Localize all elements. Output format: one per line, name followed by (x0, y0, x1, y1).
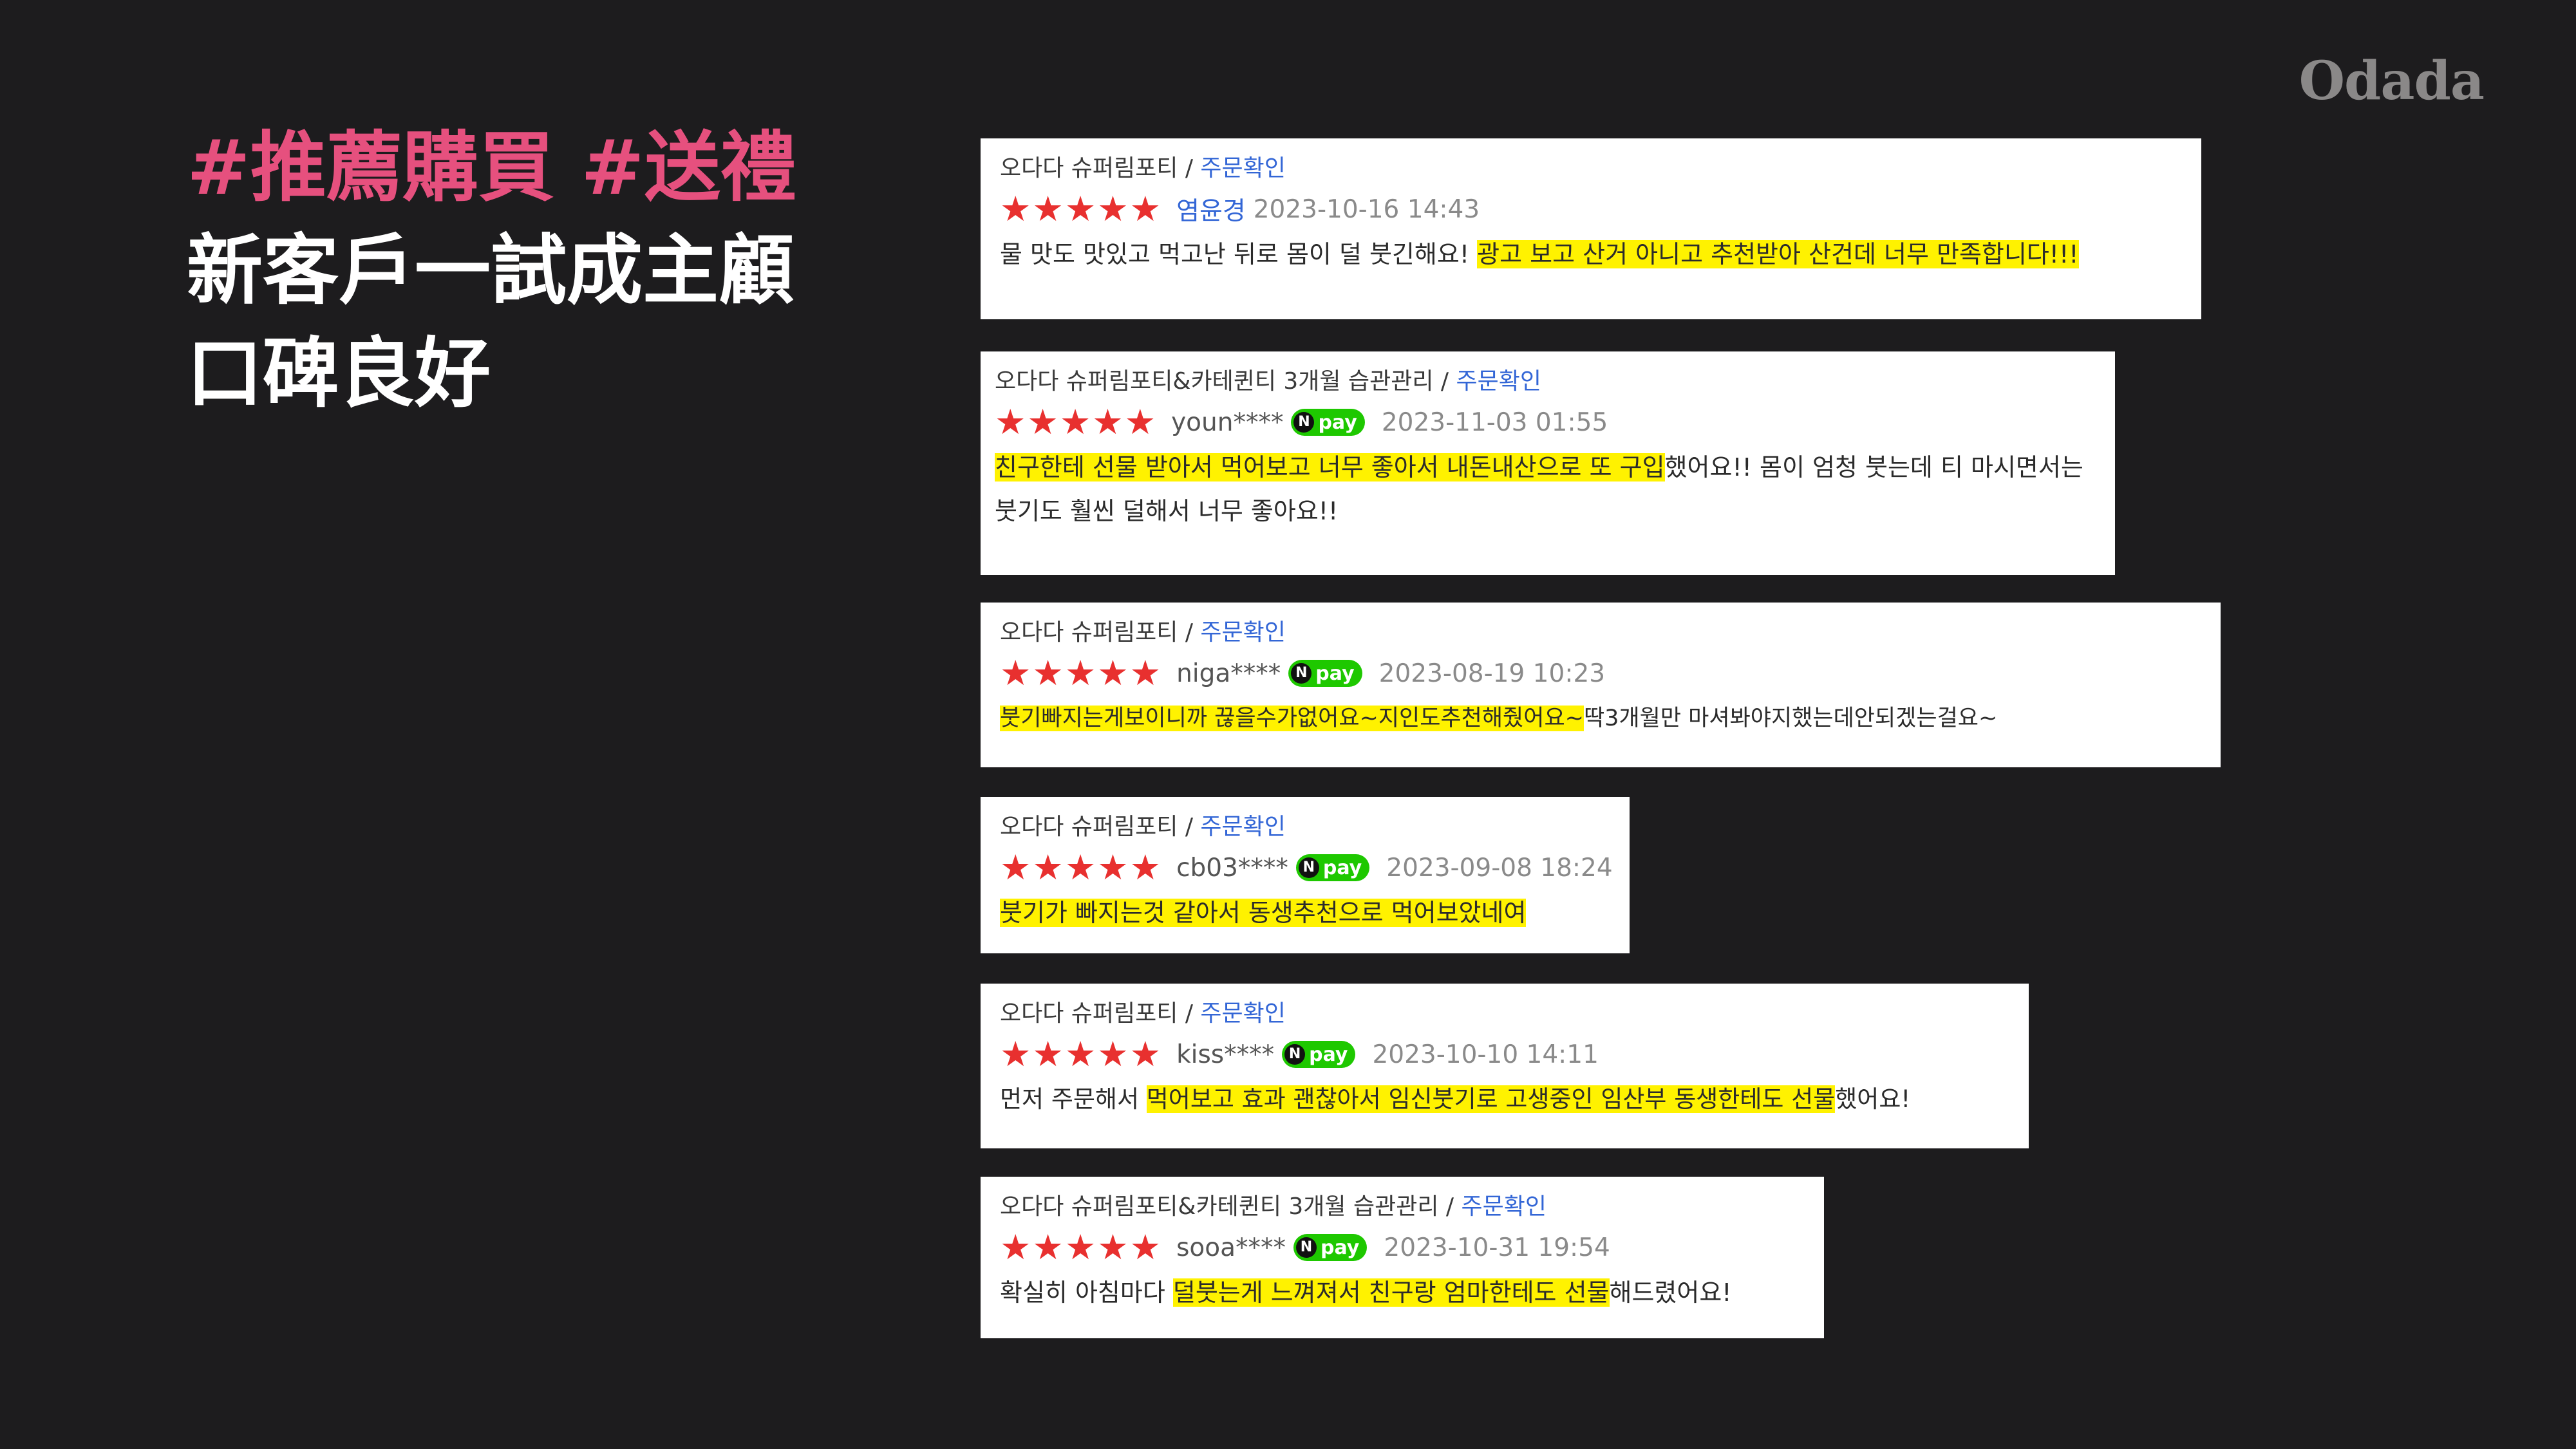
review-product: 오다다 슈퍼림포티 / 주문확인 (1000, 1000, 1286, 1027)
naver-n-icon: N (1284, 1044, 1306, 1065)
review-product: 오다다 슈퍼림포티&카테퀸티 3개월 습관관리 / 주문확인 (1000, 1193, 1547, 1220)
review-meta: ★★★★★ cb03**** Npay 2023-09-08 18:24 (1000, 845, 1613, 891)
review-username: niga**** (1176, 659, 1281, 688)
star-rating-icon: ★★★★★ (995, 402, 1158, 442)
naver-n-icon: N (1296, 1237, 1317, 1258)
review-card: 오다다 슈퍼림포티&카테퀸티 3개월 습관관리 / 주문확인 ★★★★★ soo… (981, 1177, 1824, 1338)
order-confirm-link[interactable]: 주문확인 (1200, 1000, 1285, 1027)
naver-n-icon: N (1293, 412, 1315, 433)
review-date: 2023-10-10 14:11 (1372, 1040, 1599, 1069)
review-card: 오다다 슈퍼림포티 / 주문확인 ★★★★★ 염윤경 2023-10-16 14… (981, 138, 2201, 319)
review-text: 확실히 아침마다 덜붓는게 느껴져서 친구랑 엄마한테도 선물해드렸어요! (1000, 1278, 1732, 1307)
review-highlight: 붓기가 빠지는것 같아서 동생추천으로 먹어보았네여 (1000, 899, 1527, 927)
headline-line-1: 新客戶一試成主顧 (187, 226, 795, 315)
review-meta: ★★★★★ youn**** Npay 2023-11-03 01:55 (995, 399, 2098, 445)
order-confirm-link[interactable]: 주문확인 (1200, 814, 1285, 840)
review-product: 오다다 슈퍼림포티&카테퀸티 3개월 습관관리 / 주문확인 (995, 368, 1541, 395)
star-rating-icon: ★★★★★ (1000, 189, 1163, 229)
star-rating-icon: ★★★★★ (1000, 653, 1163, 693)
naver-pay-badge: Npay (1291, 409, 1365, 436)
hashtag-title: #推薦購買 #送禮 (187, 123, 796, 212)
review-card: 오다다 슈퍼림포티 / 주문확인 ★★★★★ cb03**** Npay 202… (981, 797, 1630, 953)
headline-line-2: 口碑良好 (187, 329, 491, 418)
review-meta: ★★★★★ niga**** Npay 2023-08-19 10:23 (1000, 650, 2204, 696)
review-username: youn**** (1171, 407, 1284, 437)
review-text: 붓기가 빠지는것 같아서 동생추천으로 먹어보았네여 (1000, 891, 1613, 935)
star-rating-icon: ★★★★★ (1000, 1227, 1163, 1267)
review-text: 물 맛도 맛있고 먹고난 뒤로 몸이 덜 붓긴해요! 광고 보고 산거 아니고 … (1000, 240, 2079, 268)
star-rating-icon: ★★★★★ (1000, 847, 1163, 888)
review-highlight: 먹어보고 효과 괜찮아서 임신붓기로 고생중인 임산부 동생한테도 선물 (1146, 1085, 1836, 1113)
order-confirm-link[interactable]: 주문확인 (1200, 619, 1285, 646)
review-text: 친구한테 선물 받아서 먹어보고 너무 좋아서 내돈내산으로 또 구입했어요!!… (995, 453, 2083, 525)
headline: #推薦購買 #送禮 新客戶一試成主顧 口碑良好 (187, 116, 796, 425)
review-date: 2023-11-03 01:55 (1381, 407, 1608, 437)
review-meta: ★★★★★ 염윤경 2023-10-16 14:43 (1000, 186, 2185, 232)
naver-pay-badge: Npay (1288, 660, 1362, 687)
review-product: 오다다 슈퍼림포티 / 주문확인 (1000, 619, 1286, 646)
review-card: 오다다 슈퍼림포티 / 주문확인 ★★★★★ kiss**** Npay 202… (981, 984, 2029, 1148)
review-date: 2023-10-31 19:54 (1384, 1233, 1610, 1262)
review-highlight: 친구한테 선물 받아서 먹어보고 너무 좋아서 내돈내산으로 또 구입 (995, 453, 1665, 481)
review-meta: ★★★★★ kiss**** Npay 2023-10-10 14:11 (1000, 1031, 2012, 1078)
review-username: cb03**** (1176, 853, 1288, 883)
review-product: 오다다 슈퍼림포티 / 주문확인 (1000, 814, 1286, 840)
review-product: 오다다 슈퍼림포티 / 주문확인 (1000, 155, 1286, 182)
review-username: sooa**** (1176, 1233, 1286, 1262)
order-confirm-link[interactable]: 주문확인 (1456, 368, 1541, 395)
review-meta: ★★★★★ sooa**** Npay 2023-10-31 19:54 (1000, 1224, 1807, 1271)
review-date: 2023-08-19 10:23 (1378, 659, 1606, 688)
review-username[interactable]: 염윤경 (1176, 191, 1246, 227)
review-date: 2023-10-16 14:43 (1253, 194, 1480, 224)
star-rating-icon: ★★★★★ (1000, 1034, 1163, 1074)
brand-logo: Odada (2299, 50, 2485, 112)
review-text: 먼저 주문해서 먹어보고 효과 괜찮아서 임신붓기로 고생중인 임산부 동생한테… (1000, 1085, 1911, 1113)
order-confirm-link[interactable]: 주문확인 (1200, 155, 1285, 182)
review-username: kiss**** (1176, 1040, 1275, 1069)
review-card: 오다다 슈퍼림포티&카테퀸티 3개월 습관관리 / 주문확인 ★★★★★ you… (981, 351, 2115, 575)
review-highlight: 덜붓는게 느껴져서 친구랑 엄마한테도 선물 (1172, 1278, 1610, 1307)
naver-n-icon: N (1298, 857, 1319, 878)
review-text: 붓기빠지는게보이니까 끊을수가없어요~지인도추천해줬어요~딱3개월만 마셔봐야지… (1000, 706, 1998, 731)
naver-n-icon: N (1291, 663, 1312, 684)
naver-pay-badge: Npay (1293, 1234, 1368, 1261)
review-highlight: 광고 보고 산거 아니고 추천받아 산건데 너무 만족합니다!!! (1477, 240, 2079, 268)
naver-pay-badge: Npay (1282, 1041, 1356, 1068)
order-confirm-link[interactable]: 주문확인 (1461, 1193, 1546, 1220)
naver-pay-badge: Npay (1295, 854, 1370, 881)
review-date: 2023-09-08 18:24 (1386, 853, 1613, 883)
review-card: 오다다 슈퍼림포티 / 주문확인 ★★★★★ niga**** Npay 202… (981, 603, 2221, 767)
review-highlight: 붓기빠지는게보이니까 끊을수가없어요~지인도추천해줬어요~ (1000, 706, 1584, 731)
